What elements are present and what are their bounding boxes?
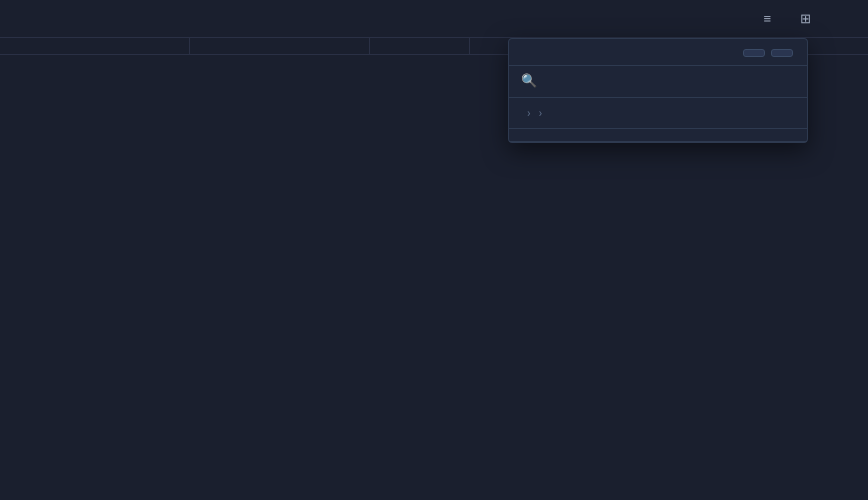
load-button[interactable]: [743, 49, 765, 57]
panel-actions: [743, 49, 793, 57]
panel-header: [509, 39, 807, 66]
columns-icon: ⊞: [800, 11, 811, 27]
search-box: 🔍: [509, 66, 807, 98]
column-header-ttl[interactable]: [0, 38, 190, 54]
breadcrumb-sep-1: ›: [527, 106, 531, 120]
breadcrumb-sep-2: ›: [539, 106, 543, 120]
breadcrumb-bar: › ›: [509, 98, 807, 129]
search-icon: 🔍: [521, 74, 537, 89]
fields-info: [509, 129, 807, 142]
column-header-d[interactable]: [190, 38, 370, 54]
save-button[interactable]: [771, 49, 793, 57]
wrap-text-button[interactable]: ≡: [756, 7, 785, 30]
column-header-network[interactable]: [370, 38, 470, 54]
toolbar: ≡ ⊞: [0, 0, 868, 38]
wrap-text-icon: ≡: [764, 11, 772, 26]
columns-button[interactable]: ⊞: [792, 7, 824, 31]
columns-panel: 🔍 › ›: [508, 38, 808, 143]
search-input[interactable]: [545, 75, 795, 89]
